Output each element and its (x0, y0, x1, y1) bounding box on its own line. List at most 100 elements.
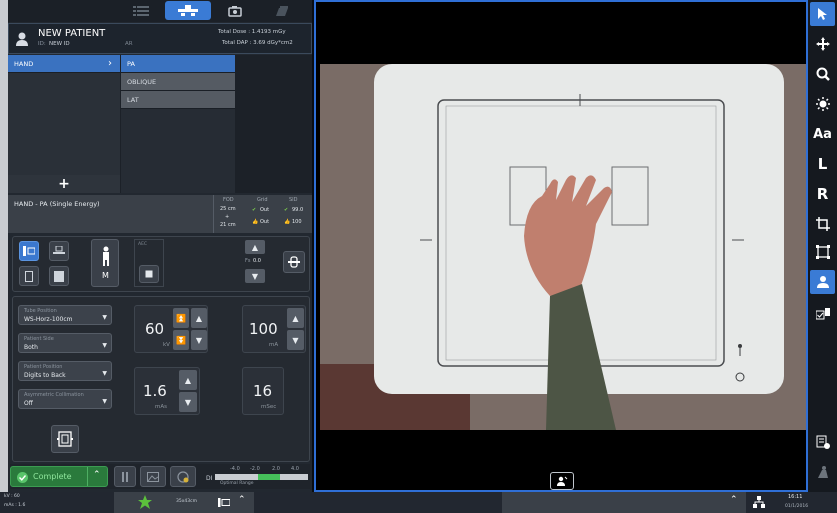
focal-down-button[interactable]: ▼ (245, 269, 265, 283)
up-icon: ▲ (292, 313, 299, 323)
xray-camera-image (320, 64, 806, 430)
collimate-tool[interactable] (810, 240, 835, 264)
settings-tool[interactable] (810, 302, 835, 326)
right-marker-tool[interactable]: R (810, 182, 835, 206)
check-circle-icon (17, 472, 28, 483)
chevron-down-icon: ▼ (102, 370, 107, 377)
stitch-tool[interactable] (810, 430, 835, 454)
reject-button[interactable] (170, 466, 196, 487)
patient-position-label: Patient Position (24, 364, 63, 370)
patient-header[interactable]: NEW PATIENT ID: NEW ID AR Total Dose : 1… (8, 23, 312, 54)
taskbar-mas: mAs : 1.6 (4, 503, 26, 508)
view-list: PA OBLIQUE LAT (121, 55, 235, 193)
ma-unit: mA (269, 342, 279, 348)
patient-tool[interactable] (810, 270, 835, 294)
up-icon: ▲ (195, 313, 203, 323)
patient-side-label: Patient Side (24, 336, 54, 342)
collimation-value: Off (24, 400, 33, 407)
thumb-icon-2: 👍 (284, 219, 291, 225)
patient-id-prefix: ID: (38, 41, 46, 47)
tab-worklist[interactable] (118, 1, 164, 20)
sid-value-1: 99.0 (292, 207, 304, 213)
grid-check-icon: ✔ (252, 207, 257, 213)
kv-down-button[interactable]: ▼ (191, 330, 207, 350)
focal-prefix: Fs (245, 258, 251, 264)
detector-lock-icon (288, 256, 300, 268)
fod-label: FOD (223, 197, 234, 203)
stop-icon (145, 270, 153, 278)
total-dap: Total DAP : 3.69 dGy*cm2 (222, 40, 293, 46)
body-part-hand[interactable]: HAND › (8, 55, 120, 73)
body-part-list: HAND › (8, 55, 120, 175)
msec-control: 16 mSec (242, 367, 284, 415)
brightness-tool[interactable] (810, 92, 835, 116)
aec-button[interactable] (139, 265, 159, 283)
view-item-pa[interactable]: PA (121, 55, 235, 73)
image-options-button[interactable] (114, 466, 136, 487)
patient-age: AR (125, 41, 133, 47)
kv-fast-up-button[interactable]: ⏫ (173, 308, 189, 328)
mas-down-button[interactable]: ▼ (179, 392, 197, 412)
taskbar-exam-tab[interactable]: 35x43cm ⌃ (114, 492, 254, 513)
chevron-down-icon: ▼ (102, 398, 107, 405)
taskbar-tray: ⌃ (502, 492, 746, 513)
detector-lock-button[interactable] (283, 251, 305, 273)
reject-icon (177, 470, 189, 483)
add-protocol-button[interactable]: + (8, 175, 120, 193)
tube-position-label: Tube Position (24, 308, 57, 314)
tab-image[interactable] (212, 1, 258, 20)
mas-up-button[interactable]: ▲ (179, 370, 197, 390)
pointer-tool[interactable] (810, 2, 835, 26)
ma-down-button[interactable]: ▼ (287, 330, 304, 350)
crop-tool[interactable] (810, 212, 835, 236)
detector-wall-button[interactable] (19, 241, 39, 261)
kv-up-button[interactable]: ▲ (191, 308, 207, 328)
down-icon: ▼ (292, 335, 299, 345)
tab-acquisition[interactable] (165, 1, 211, 20)
chevron-up-icon[interactable]: ⌃ (238, 495, 246, 505)
action-bar: Complete ⌃ DI -4.0 -2.0 2.0 4.0 Optimal … (10, 464, 310, 489)
scanner-icon (178, 4, 198, 16)
taskbar-time: 16:11 (788, 494, 803, 500)
landscape-icon (54, 270, 64, 282)
di-optimal-range (258, 474, 280, 480)
grid-label: Grid (257, 197, 268, 203)
exam-title: HAND - PA (Single Energy) (14, 200, 100, 208)
collimator-button[interactable] (51, 425, 79, 453)
patient-size-button[interactable]: M (91, 239, 119, 287)
di-tick-4: 4.0 (291, 466, 299, 472)
pan-tool[interactable] (810, 32, 835, 56)
chevron-up-icon[interactable]: ⌃ (730, 495, 738, 505)
annotation-tool[interactable]: Aa (810, 122, 835, 146)
kv-value: 60 (145, 320, 165, 338)
portrait-button[interactable] (19, 266, 39, 286)
down-icon: ▼ (184, 397, 192, 407)
top-navigation (8, 0, 312, 22)
complete-button[interactable]: Complete ⌃ (10, 466, 108, 487)
exit-tool[interactable] (810, 460, 835, 484)
image-preview-button[interactable] (140, 466, 166, 487)
landscape-button[interactable] (49, 266, 69, 286)
snapshot-button[interactable] (550, 472, 574, 490)
detector-table-button[interactable] (49, 241, 69, 261)
kv-control: 60 kV ⏫ ⏬ ▲ ▼ (134, 305, 208, 353)
mas-value: 1.6 (143, 382, 167, 400)
network-icon[interactable] (753, 496, 765, 508)
ma-control: 100 mA ▲ ▼ (242, 305, 306, 353)
patient-position-select[interactable]: Patient Position Digits to Back ▼ (18, 361, 112, 381)
view-item-oblique[interactable]: OBLIQUE (121, 73, 235, 91)
ma-up-button[interactable]: ▲ (287, 308, 304, 328)
patient-side-select[interactable]: Patient Side Both ▼ (18, 333, 112, 353)
image-viewer[interactable] (314, 0, 808, 492)
zoom-tool[interactable] (810, 62, 835, 86)
acquisition-panel: NEW PATIENT ID: NEW ID AR Total Dose : 1… (8, 0, 312, 492)
view-item-lat[interactable]: LAT (121, 91, 235, 109)
tab-archive[interactable] (259, 1, 305, 20)
up-icon: ▲ (184, 375, 192, 385)
focal-up-button[interactable]: ▲ (245, 240, 265, 254)
brightness-icon (815, 97, 830, 111)
left-marker-tool[interactable]: L (810, 152, 835, 176)
collimation-select[interactable]: Asymmetric Collimation Off ▼ (18, 389, 112, 409)
tube-position-select[interactable]: Tube Position WS-Horz-100cm ▼ (18, 305, 112, 325)
kv-fast-down-button[interactable]: ⏬ (173, 330, 189, 350)
